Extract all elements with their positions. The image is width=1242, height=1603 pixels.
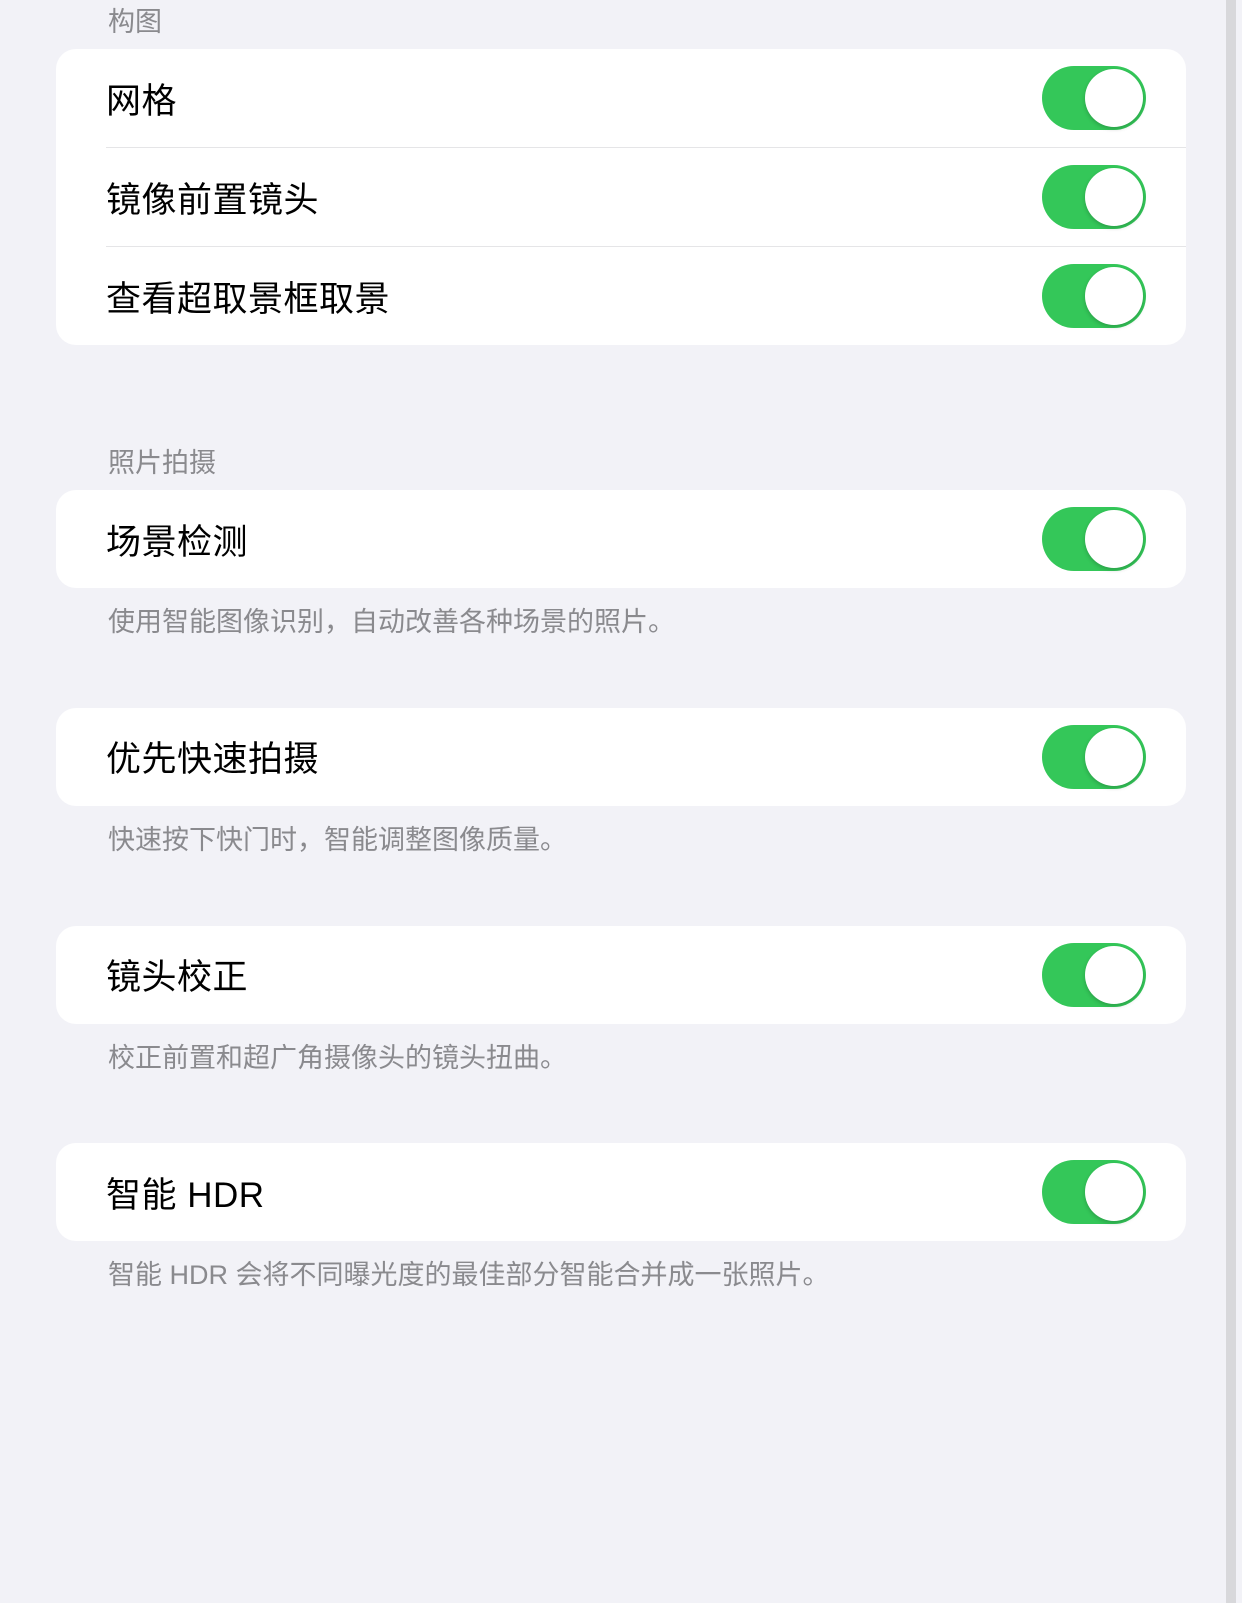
label-grid: 网格 <box>106 73 177 124</box>
spacer <box>0 860 1242 926</box>
settings-container: 构图 网格 镜像前置镜头 查看超取景框取景 照片拍摄 <box>0 0 1242 1603</box>
toggle-knob <box>1085 946 1143 1004</box>
row-view-outside-frame: 查看超取景框取景 <box>56 247 1186 345</box>
spacer <box>0 345 1242 421</box>
row-lens-correction: 镜头校正 <box>56 926 1186 1024</box>
footer-scene-detection: 使用智能图像识别，自动改善各种场景的照片。 <box>0 588 1242 642</box>
toggle-knob <box>1085 728 1143 786</box>
label-smart-hdr: 智能 HDR <box>106 1167 265 1218</box>
section-group-prioritize-faster: 优先快速拍摄 <box>56 708 1186 806</box>
toggle-knob <box>1085 69 1143 127</box>
toggle-knob <box>1085 168 1143 226</box>
row-grid: 网格 <box>56 49 1186 147</box>
label-lens-correction: 镜头校正 <box>106 949 248 1000</box>
toggle-knob <box>1085 267 1143 325</box>
label-prioritize-faster: 优先快速拍摄 <box>106 731 319 782</box>
section-header-composition: 构图 <box>0 0 1242 49</box>
row-prioritize-faster: 优先快速拍摄 <box>56 708 1186 806</box>
toggle-knob <box>1085 1163 1143 1221</box>
spacer <box>0 642 1242 708</box>
footer-prioritize-faster: 快速按下快门时，智能调整图像质量。 <box>0 806 1242 860</box>
label-scene-detection: 场景检测 <box>106 514 248 565</box>
toggle-knob <box>1085 510 1143 568</box>
footer-lens-correction: 校正前置和超广角摄像头的镜头扭曲。 <box>0 1024 1242 1078</box>
section-header-photo-capture: 照片拍摄 <box>0 421 1242 490</box>
section-group-lens-correction: 镜头校正 <box>56 926 1186 1024</box>
section-group-scene-detection: 场景检测 <box>56 490 1186 588</box>
row-mirror-front: 镜像前置镜头 <box>56 148 1186 246</box>
footer-smart-hdr: 智能 HDR 会将不同曝光度的最佳部分智能合并成一张照片。 <box>0 1241 1242 1295</box>
label-view-outside-frame: 查看超取景框取景 <box>106 271 390 322</box>
toggle-lens-correction[interactable] <box>1042 943 1146 1007</box>
scrollbar[interactable] <box>1226 0 1236 1603</box>
toggle-view-outside-frame[interactable] <box>1042 264 1146 328</box>
spacer <box>0 1077 1242 1143</box>
section-group-composition: 网格 镜像前置镜头 查看超取景框取景 <box>56 49 1186 345</box>
row-scene-detection: 场景检测 <box>56 490 1186 588</box>
section-group-smart-hdr: 智能 HDR <box>56 1143 1186 1241</box>
row-smart-hdr: 智能 HDR <box>56 1143 1186 1241</box>
toggle-grid[interactable] <box>1042 66 1146 130</box>
toggle-scene-detection[interactable] <box>1042 507 1146 571</box>
toggle-smart-hdr[interactable] <box>1042 1160 1146 1224</box>
toggle-prioritize-faster[interactable] <box>1042 725 1146 789</box>
label-mirror-front: 镜像前置镜头 <box>106 172 319 223</box>
toggle-mirror-front[interactable] <box>1042 165 1146 229</box>
